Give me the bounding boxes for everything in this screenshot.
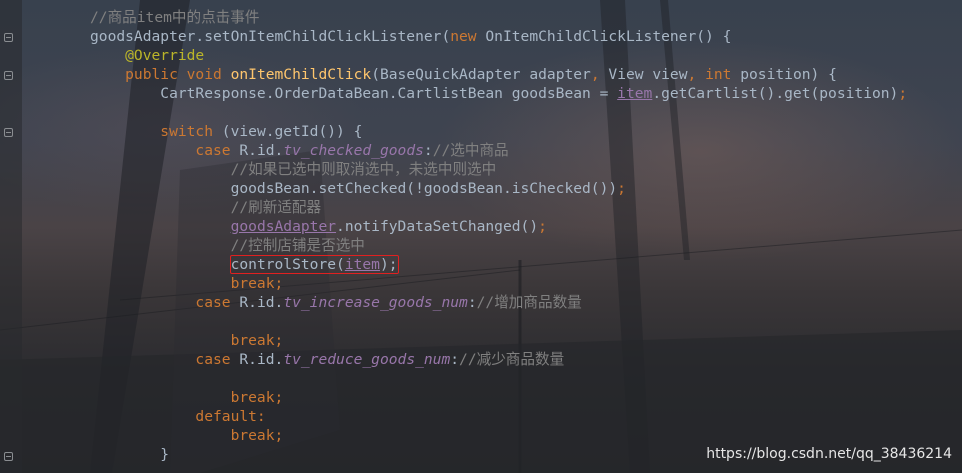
code-token: ; (617, 180, 626, 197)
code-token: goodsBean.setChecked(!goodsBean.isChecke… (90, 180, 618, 197)
code-line[interactable]: //刷新适配器 (0, 198, 962, 217)
code-token: (view.getId()) { (221, 123, 363, 140)
code-token: //刷新适配器 (90, 199, 322, 216)
code-token: .getCartlist().get(position) (652, 85, 899, 102)
code-token: (BaseQuickAdapter adapter (371, 66, 591, 83)
code-line[interactable]: case R.id.tv_checked_goods://选中商品 (0, 141, 962, 160)
code-token: tv_increase_goods_num (283, 294, 468, 311)
code-token: int (705, 66, 741, 83)
code-token: public void (90, 66, 231, 83)
code-token: : (467, 294, 477, 311)
highlight-box: controlStore(item); (229, 255, 399, 274)
code-token: switch (90, 123, 222, 140)
code-editor[interactable]: //商品item中的点击事件 goodsAdapter.setOnItemChil… (0, 8, 962, 464)
code-token: @Override (90, 47, 205, 64)
code-token: OnItemChildClickListener() { (485, 28, 732, 45)
code-line[interactable]: goodsAdapter.notifyDataSetChanged(); (0, 217, 962, 236)
code-line[interactable]: //商品item中的点击事件 (0, 8, 962, 27)
code-token: R.id. (239, 351, 284, 368)
watermark: https://blog.csdn.net/qq_38436214 (706, 446, 952, 462)
code-token: //减少商品数量 (459, 351, 565, 368)
code-token: //选中商品 (432, 142, 509, 159)
code-token: : (450, 351, 460, 368)
code-token: //增加商品数量 (476, 294, 582, 311)
code-line[interactable]: break; (0, 274, 962, 293)
code-line[interactable]: CartResponse.OrderDataBean.CartlistBean … (0, 84, 962, 103)
code-token: controlStore( (230, 256, 345, 273)
code-line[interactable]: break; (0, 426, 962, 445)
code-token: .notifyDataSetChanged() (336, 218, 539, 235)
code-token: position) { (740, 66, 837, 83)
code-token: default: (90, 408, 266, 425)
code-token: ; (538, 218, 547, 235)
code-token: , (590, 66, 609, 83)
code-token: break; (90, 427, 284, 444)
code-token: new (450, 28, 486, 45)
code-token: : (423, 142, 433, 159)
code-line[interactable] (0, 369, 962, 388)
code-token: case (90, 351, 240, 368)
code-token: //商品item中的点击事件 (90, 9, 260, 26)
code-token: ; (898, 85, 908, 102)
code-token: tv_checked_goods (283, 142, 424, 159)
code-token: break; (90, 332, 284, 349)
code-token: } (90, 446, 170, 463)
code-line[interactable]: @Override (0, 46, 962, 65)
code-token: item (344, 256, 380, 273)
code-line[interactable]: break; (0, 388, 962, 407)
code-token: break; (90, 389, 284, 406)
code-token: onItemChildClick (230, 66, 372, 83)
code-line[interactable]: //控制店铺是否选中 (0, 236, 962, 255)
code-token: tv_reduce_goods_num (283, 351, 451, 368)
code-token: R.id. (239, 294, 284, 311)
code-token: break; (90, 275, 284, 292)
code-line[interactable]: //如果已选中则取消选中，未选中则选中 (0, 160, 962, 179)
code-token: item (617, 85, 653, 102)
code-line[interactable]: controlStore(item); (0, 255, 962, 274)
code-token: View view (608, 66, 688, 83)
code-line[interactable]: switch (view.getId()) { (0, 122, 962, 141)
code-token: goodsAdapter.setOnItemChildClickListener… (90, 28, 451, 45)
code-token: //控制店铺是否选中 (90, 237, 365, 254)
code-token: ); (379, 256, 398, 273)
code-line[interactable]: goodsBean.setChecked(!goodsBean.isChecke… (0, 179, 962, 198)
code-line[interactable] (0, 103, 962, 122)
code-token: CartResponse.OrderDataBean.CartlistBean … (90, 85, 618, 102)
code-token: R.id. (239, 142, 284, 159)
code-token: //如果已选中则取消选中，未选中则选中 (90, 161, 497, 178)
code-line[interactable] (0, 312, 962, 331)
code-line[interactable]: default: (0, 407, 962, 426)
code-token: goodsAdapter (230, 218, 337, 235)
code-line[interactable]: goodsAdapter.setOnItemChildClickListener… (0, 27, 962, 46)
code-line[interactable]: case R.id.tv_reduce_goods_num://减少商品数量 (0, 350, 962, 369)
code-token: case (90, 294, 240, 311)
code-token: , (687, 66, 706, 83)
code-token: case (90, 142, 240, 159)
code-line[interactable]: break; (0, 331, 962, 350)
code-line[interactable]: public void onItemChildClick(BaseQuickAd… (0, 65, 962, 84)
code-line[interactable]: case R.id.tv_increase_goods_num://增加商品数量 (0, 293, 962, 312)
